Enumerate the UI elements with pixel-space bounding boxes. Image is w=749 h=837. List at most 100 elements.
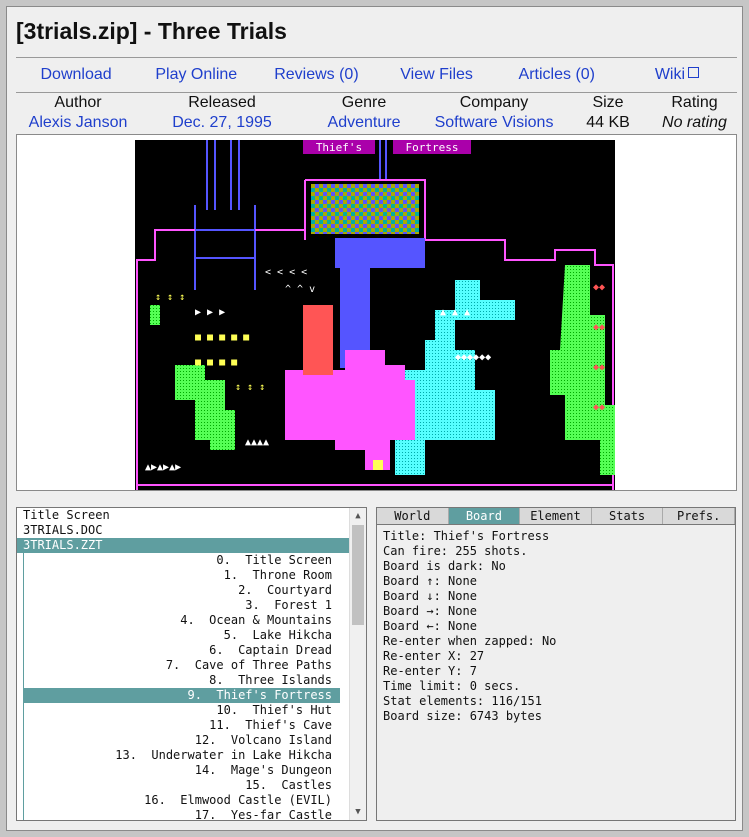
tab-stats[interactable]: Stats (591, 508, 664, 524)
file-list-item[interactable]: Title Screen (17, 508, 366, 523)
meta-rating: Rating No rating (652, 93, 737, 133)
board-list-item[interactable]: 5. Lake Hikcha (24, 628, 340, 643)
board-list-item[interactable]: 2. Courtyard (24, 583, 340, 598)
svg-text:↕ ↕ ↕ ↕ ↕: ↕ ↕ ↕ ↕ ↕ (425, 422, 479, 433)
board-info-line: Can fire: 255 shots. (383, 544, 528, 558)
board-info-line: Board →: None (383, 604, 477, 618)
board-list-item[interactable]: 6. Captain Dread (24, 643, 340, 658)
svg-text:▲ ▲ ▲: ▲ ▲ ▲ (440, 307, 470, 318)
tab-world[interactable]: World (377, 508, 449, 524)
tab-prefs[interactable]: Prefs. (663, 508, 735, 524)
rating-label: Rating (671, 94, 718, 111)
board-info-line: Board size: 6743 bytes (383, 709, 542, 723)
download-link[interactable]: Download (16, 58, 136, 92)
tab-board[interactable]: Board (448, 508, 521, 524)
wiki-label: Wiki (654, 66, 686, 83)
nav-bar: Download Play Online Reviews (0) View Fi… (16, 57, 737, 93)
svg-text:^ ^ v: ^ ^ v (285, 284, 315, 295)
board-preview[interactable]: Thief's Fortress < < < < ^ ^ v ▲ ▲ ▲ ◆◆◆… (135, 140, 615, 490)
released-label: Released (188, 94, 256, 111)
svg-text:↕ ↕ ↕: ↕ ↕ ↕ (155, 292, 185, 303)
page-title: [3trials.zip] - Three Trials (16, 18, 287, 44)
meta-genre: Genre Adventure (304, 93, 424, 133)
file-list-item[interactable]: 3TRIALS.ZZT (17, 538, 366, 553)
file-list[interactable]: Title Screen 3TRIALS.DOC 3TRIALS.ZZT 0. Tit… (16, 507, 367, 821)
board-info-line: Re-enter Y: 7 (383, 664, 477, 678)
size-label: Size (592, 94, 624, 111)
board-list-item[interactable]: 16. Elmwood Castle (EVIL) (24, 793, 340, 808)
board-list: 0. Title Screen 1. Throne Room 2. Courtyar… (23, 553, 340, 820)
file-list-item[interactable]: 3TRIALS.DOC (17, 523, 366, 538)
svg-text:◆◆: ◆◆ (593, 322, 605, 333)
info-panel: World Board Element Stats Prefs. Title: Thie… (376, 507, 736, 821)
author-link[interactable]: Alexis Janson (16, 113, 140, 133)
scroll-down-icon[interactable]: ▼ (350, 804, 366, 820)
meta-author: Author Alexis Janson (16, 93, 140, 133)
file-metadata: Author Alexis Janson Released Dec. 27, 1… (16, 93, 737, 133)
board-list-item[interactable]: 3. Forest 1 (24, 598, 340, 613)
board-list-item[interactable]: 4. Ocean & Mountains (24, 613, 340, 628)
board-info-line: Title: Thief's Fortress (383, 529, 550, 543)
board-info-line: Board ↑: None (383, 574, 477, 588)
svg-text:< < < <: < < < < (265, 267, 307, 278)
svg-text:◆◆: ◆◆ (593, 362, 605, 373)
board-list-item[interactable]: 11. Thief's Cave (24, 718, 340, 733)
genre-label: Genre (341, 94, 387, 111)
board-list-item[interactable]: 12. Volcano Island (24, 733, 340, 748)
scroll-thumb[interactable] (352, 525, 364, 625)
page: [3trials.zip] - Three Trials Download Pl… (6, 6, 743, 831)
company-label: Company (459, 94, 529, 111)
play-online-link[interactable]: Play Online (136, 58, 256, 92)
scroll-up-icon[interactable]: ▲ (350, 508, 366, 524)
company-link[interactable]: Software Visions (424, 113, 564, 133)
board-list-item[interactable]: 14. Mage's Dungeon (24, 763, 340, 778)
meta-company: Company Software Visions (424, 93, 564, 133)
board-info-line: Board ←: None (383, 619, 477, 633)
tab-element[interactable]: Element (520, 508, 592, 524)
author-label: Author (54, 94, 102, 111)
meta-released: Released Dec. 27, 1995 (140, 93, 304, 133)
board-list-item[interactable]: 17. Yes-far Castle (24, 808, 340, 820)
svg-text:↕ ↕ ↕: ↕ ↕ ↕ (235, 382, 265, 393)
board-list-item[interactable]: 10. Thief's Hut (24, 703, 340, 718)
board-info-line: Re-enter X: 27 (383, 649, 485, 663)
board-list-item[interactable]: 1. Throne Room (24, 568, 340, 583)
svg-text:◆◆◆◆◆◆: ◆◆◆◆◆◆ (455, 352, 491, 363)
rating-value: No rating (662, 114, 727, 131)
board-list-item[interactable]: 7. Cave of Three Paths (24, 658, 340, 673)
reviews-link[interactable]: Reviews (0) (256, 58, 376, 92)
svg-text:▲▲▲▲: ▲▲▲▲ (245, 437, 269, 448)
board-list-item[interactable]: 9. Thief's Fortress (24, 688, 340, 703)
released-link[interactable]: Dec. 27, 1995 (140, 113, 304, 133)
board-info: Title: Thief's Fortress Can fire: 255 sho… (377, 525, 735, 728)
board-title-left: Thief's (316, 141, 362, 154)
svg-text:▲▶▲▶▲▶: ▲▶▲▶▲▶ (145, 462, 181, 473)
articles-link[interactable]: Articles (0) (497, 58, 617, 92)
svg-text:▶ ▶ ▶: ▶ ▶ ▶ (195, 307, 225, 318)
scrollbar[interactable]: ▲ ▼ (349, 508, 366, 820)
genre-link[interactable]: Adventure (304, 113, 424, 133)
board-info-line: Stat elements: 116/151 (383, 694, 542, 708)
board-list-item[interactable]: 15. Castles (24, 778, 340, 793)
board-info-line: Board is dark: No (383, 559, 506, 573)
board-info-line: Board ↓: None (383, 589, 477, 603)
board-info-line: Re-enter when zapped: No (383, 634, 557, 648)
info-tabs: World Board Element Stats Prefs. (377, 508, 735, 525)
svg-text:◆◆: ◆◆ (593, 402, 605, 413)
view-files-link[interactable]: View Files (377, 58, 497, 92)
board-info-line: Time limit: 0 secs. (383, 679, 521, 693)
board-list-item[interactable]: 13. Underwater in Lake Hikcha (24, 748, 340, 763)
board-list-item[interactable]: 8. Three Islands (24, 673, 340, 688)
file-rows: Title Screen 3TRIALS.DOC 3TRIALS.ZZT 0. Tit… (17, 508, 366, 820)
svg-text:■ ■ ■ ■: ■ ■ ■ ■ (195, 357, 237, 368)
external-link-icon (688, 67, 700, 78)
svg-text:■ ■ ■ ■ ■: ■ ■ ■ ■ ■ (195, 332, 249, 343)
preview-panel: Thief's Fortress < < < < ^ ^ v ▲ ▲ ▲ ◆◆◆… (16, 134, 737, 491)
board-title-right: Fortress (406, 141, 459, 154)
svg-text:↕ ↕ ↕ ↕: ↕ ↕ ↕ ↕ (445, 394, 487, 405)
board-list-item[interactable]: 0. Title Screen (24, 553, 340, 568)
size-value: 44 KB (586, 114, 630, 131)
wiki-link[interactable]: Wiki (617, 58, 737, 92)
meta-size: Size 44 KB (564, 93, 652, 133)
svg-text:◆◆: ◆◆ (593, 282, 605, 293)
